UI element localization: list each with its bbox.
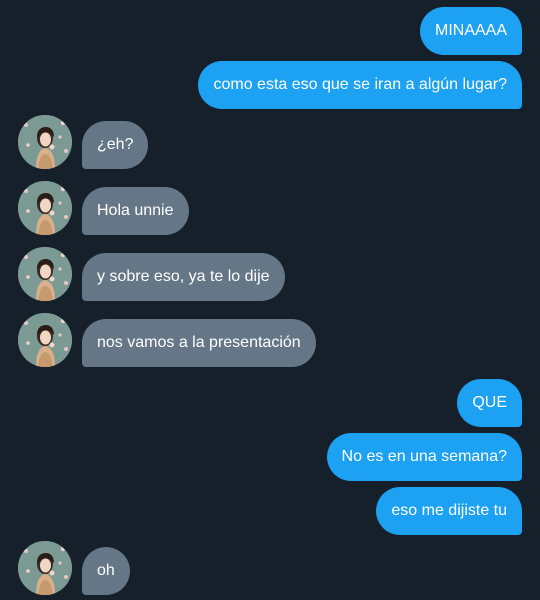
contact-avatar[interactable] — [18, 313, 72, 367]
avatar-photo-icon — [18, 313, 72, 367]
message-text: y sobre eso, ya te lo dije — [97, 268, 270, 285]
chat-thread: MINAAAA como esta eso que se iran a algú… — [0, 0, 540, 600]
message-text: MINAAAA — [434, 22, 507, 39]
message-bubble-sent[interactable]: eso me dijiste tu — [376, 487, 522, 535]
message-text: No es en una semana? — [341, 448, 507, 465]
contact-avatar[interactable] — [18, 247, 72, 301]
contact-avatar[interactable] — [18, 115, 72, 169]
contact-avatar[interactable] — [18, 541, 72, 595]
message-bubble-sent[interactable]: QUE — [457, 379, 522, 427]
message-bubble-received[interactable]: nos vamos a la presentación — [82, 319, 316, 367]
message-bubble-received[interactable]: oh — [82, 547, 130, 595]
avatar-photo-icon — [18, 115, 72, 169]
avatar-photo-icon — [18, 541, 72, 595]
contact-avatar[interactable] — [18, 181, 72, 235]
message-text: ¿eh? — [97, 136, 134, 153]
message-text: nos vamos a la presentación — [97, 334, 301, 351]
message-text: Hola unnie — [97, 202, 174, 219]
message-text: eso me dijiste tu — [391, 502, 507, 519]
message-bubble-received[interactable]: y sobre eso, ya te lo dije — [82, 253, 285, 301]
avatar-photo-icon — [18, 181, 72, 235]
message-text: como esta eso que se iran a algún lugar? — [213, 76, 507, 93]
message-bubble-received[interactable]: Hola unnie — [82, 187, 189, 235]
message-bubble-sent[interactable]: MINAAAA — [419, 7, 522, 55]
message-bubble-sent[interactable]: No es en una semana? — [326, 433, 522, 481]
message-text: oh — [97, 562, 115, 579]
message-bubble-received[interactable]: ¿eh? — [82, 121, 149, 169]
avatar-photo-icon — [18, 247, 72, 301]
message-text: QUE — [472, 394, 507, 411]
message-bubble-sent[interactable]: como esta eso que se iran a algún lugar? — [198, 61, 522, 109]
